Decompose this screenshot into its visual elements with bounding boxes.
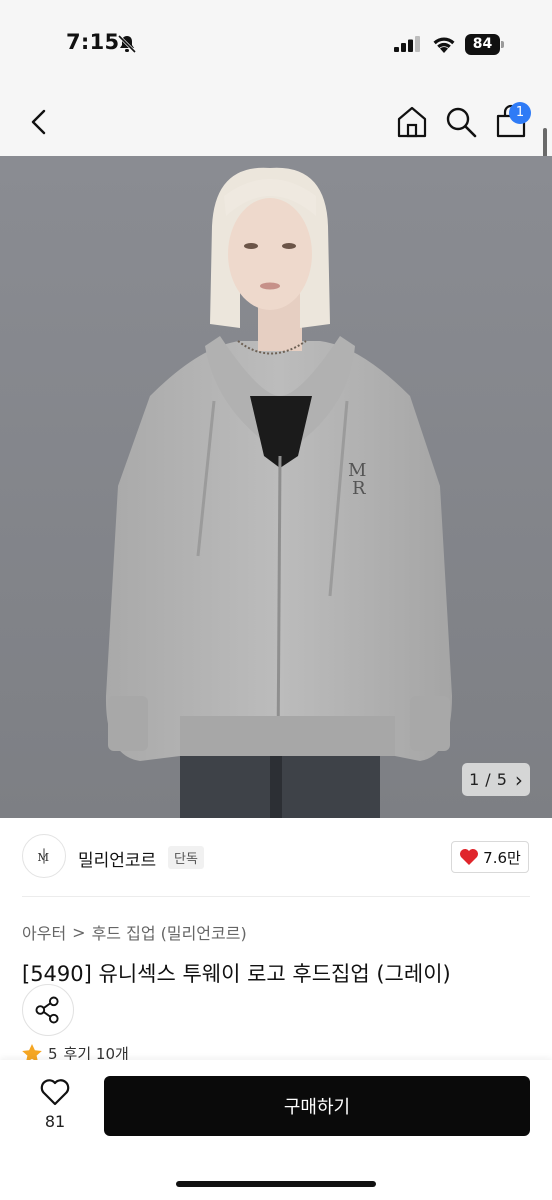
share-icon[interactable]	[22, 984, 74, 1036]
wishlist-count: 81	[44, 1112, 66, 1131]
product-photo[interactable]: M R	[0, 156, 552, 818]
bottom-action-bar: 81 구매하기	[0, 1060, 552, 1200]
cart-count-badge: 1	[509, 102, 531, 124]
svg-text:R: R	[352, 478, 366, 499]
heart-filled-icon	[460, 849, 479, 865]
breadcrumb-separator: >	[72, 922, 86, 942]
product-photo-illustration: M R	[0, 156, 552, 818]
battery-indicator: 84	[465, 34, 505, 55]
image-counter-total: 5	[496, 770, 507, 789]
status-time: 7:15	[66, 30, 120, 54]
image-counter-separator: /	[485, 770, 491, 789]
back-chevron-icon[interactable]	[22, 104, 58, 140]
seller-logo-icon[interactable]: M	[22, 834, 66, 878]
seller-row: M 밀리언코르 단독 7.6만	[0, 830, 552, 886]
home-indicator	[176, 1181, 376, 1187]
product-title: [5490] 유니섹스 투웨이 로고 후드집업 (그레이)	[22, 962, 451, 986]
exclusive-badge: 단독	[168, 846, 204, 869]
brand-like-count: 7.6만	[483, 848, 521, 867]
wifi-icon	[433, 37, 455, 53]
image-counter-current: 1	[469, 770, 480, 789]
svg-text:M: M	[37, 850, 49, 864]
divider	[22, 896, 530, 897]
top-nav-bar	[0, 88, 552, 156]
search-icon[interactable]	[443, 104, 479, 140]
wishlist-button[interactable]: 81	[30, 1078, 80, 1138]
breadcrumb-current[interactable]: 후드 집업 (밀리언코르)	[92, 920, 247, 944]
status-bar: 7:15 84	[0, 0, 552, 88]
home-icon[interactable]	[394, 104, 430, 140]
next-image-chevron-icon: ›	[514, 767, 523, 792]
cellular-signal-icon	[394, 36, 420, 52]
image-counter[interactable]: 1 / 5 ›	[462, 763, 530, 796]
breadcrumb-parent[interactable]: 아우터	[22, 920, 66, 944]
heart-outline-icon	[40, 1079, 70, 1106]
seller-name[interactable]: 밀리언코르	[78, 846, 156, 871]
battery-level: 84	[465, 34, 500, 55]
category-breadcrumb: 아우터 > 후드 집업 (밀리언코르)	[22, 920, 247, 944]
battery-tip	[501, 41, 504, 48]
silent-bell-icon	[117, 34, 137, 54]
buy-button[interactable]: 구매하기	[104, 1076, 530, 1136]
brand-like-button[interactable]: 7.6만	[451, 841, 529, 873]
